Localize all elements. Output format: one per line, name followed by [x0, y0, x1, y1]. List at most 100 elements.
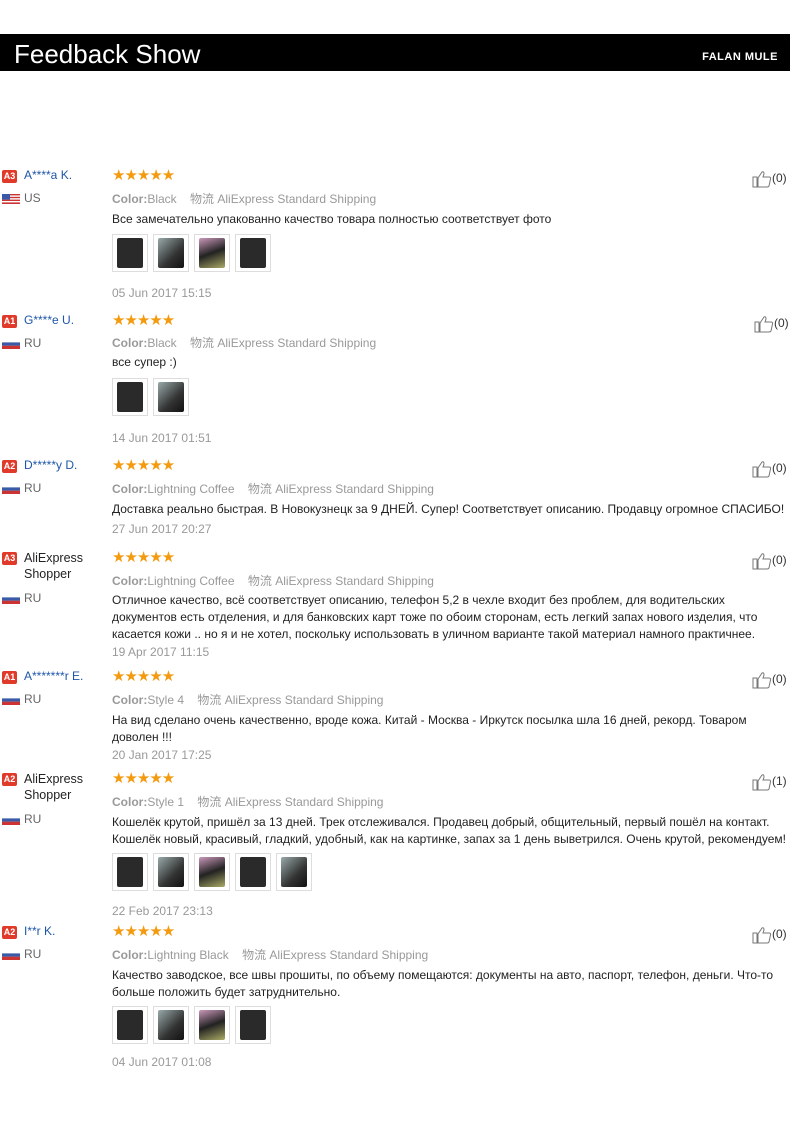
- review-date: 20 Jan 2017 17:25: [112, 748, 212, 762]
- shipping-method: AliExpress Standard Shipping: [275, 482, 434, 496]
- rating-stars: ★★★★★: [112, 312, 175, 329]
- helpful-button[interactable]: (0): [752, 460, 787, 478]
- review-date: 14 Jun 2017 01:51: [112, 431, 212, 445]
- color-label: Color:: [112, 693, 148, 707]
- ru-flag-icon: [2, 484, 20, 494]
- color-label: Color:: [112, 482, 148, 496]
- shipping-prefix: 物流: [247, 482, 272, 496]
- review-photos: [112, 853, 312, 891]
- reviewer-name[interactable]: G****e U.: [24, 313, 74, 327]
- review-date: 22 Feb 2017 23:13: [112, 904, 213, 918]
- helpful-button[interactable]: (0): [752, 552, 787, 570]
- country-code: RU: [24, 692, 42, 706]
- review-photo-thumbnail[interactable]: [153, 1006, 189, 1044]
- thumbs-up-icon: [752, 672, 772, 689]
- color-label: Color:: [112, 948, 148, 962]
- thumbs-up-icon: [752, 461, 772, 478]
- country-code: US: [24, 191, 41, 205]
- helpful-count: (1): [772, 774, 787, 789]
- shipping-method: AliExpress Standard Shipping: [224, 693, 384, 707]
- country-code: RU: [24, 481, 42, 495]
- shipping-prefix: 物流: [247, 574, 272, 588]
- review-photos: [112, 1006, 271, 1044]
- country-code: RU: [24, 336, 42, 350]
- thumbs-up-icon: [752, 553, 772, 570]
- color-label: Color:: [112, 795, 148, 809]
- review-photo-thumbnail[interactable]: [194, 234, 230, 272]
- header-banner: Feedback Show FALAN MULE: [0, 34, 790, 71]
- helpful-button[interactable]: (0): [754, 315, 789, 333]
- order-info: Color:Lightning Black 物流 AliExpress Stan…: [112, 946, 428, 963]
- color-value: Lightning Coffee: [147, 482, 235, 496]
- color-value: Lightning Coffee: [147, 574, 235, 588]
- helpful-count: (0): [772, 672, 787, 687]
- country-code: RU: [24, 947, 42, 961]
- shipping-method: AliExpress Standard Shipping: [217, 192, 377, 206]
- review-photo-thumbnail[interactable]: [235, 234, 271, 272]
- review-text: На вид сделано очень качественно, вроде …: [112, 713, 747, 744]
- shipping-prefix: 物流: [197, 693, 222, 707]
- review-photo-thumbnail[interactable]: [112, 234, 148, 272]
- shipping-method: AliExpress Standard Shipping: [275, 574, 434, 588]
- review-text: Все замечательно упакованно качество тов…: [112, 212, 552, 226]
- helpful-button[interactable]: (0): [752, 926, 787, 944]
- review-photos: [112, 378, 189, 416]
- reviewer-name: AliExpress Shopper: [24, 551, 84, 581]
- helpful-count: (0): [772, 927, 787, 942]
- review-photo-thumbnail[interactable]: [112, 853, 148, 891]
- shipping-method: AliExpress Standard Shipping: [217, 336, 377, 350]
- rating-stars: ★★★★★: [112, 668, 175, 685]
- review-photo-thumbnail[interactable]: [235, 853, 271, 891]
- review-photo-thumbnail[interactable]: [153, 234, 189, 272]
- review-photo-thumbnail[interactable]: [194, 853, 230, 891]
- brand-label: FALAN MULE: [702, 51, 778, 63]
- reviewer-name[interactable]: D*****y D.: [24, 458, 77, 472]
- review-photo-thumbnail[interactable]: [112, 1006, 148, 1044]
- helpful-button[interactable]: (1): [752, 773, 787, 791]
- review-date: 05 Jun 2017 15:15: [112, 286, 212, 300]
- shipping-prefix: 物流: [190, 336, 215, 350]
- review-photo-thumbnail[interactable]: [276, 853, 312, 891]
- rating-stars: ★★★★★: [112, 457, 175, 474]
- thumbs-up-icon: [752, 927, 772, 944]
- order-info: Color:Lightning Coffee 物流 AliExpress Sta…: [112, 572, 434, 589]
- review-text: Доставка реально быстрая. В Новокузнецк …: [112, 502, 785, 516]
- order-info: Color:Lightning Coffee 物流 AliExpress Sta…: [112, 480, 434, 497]
- thumbs-up-icon: [754, 316, 774, 333]
- helpful-count: (0): [772, 553, 787, 568]
- review-photos: [112, 234, 271, 272]
- helpful-count: (0): [772, 461, 787, 476]
- buyer-level-badge: A1: [2, 315, 17, 328]
- reviewer-name[interactable]: I**r K.: [24, 924, 55, 938]
- order-info: Color:Black 物流 AliExpress Standard Shipp…: [112, 190, 376, 207]
- ru-flag-icon: [2, 339, 20, 349]
- reviewer-name[interactable]: A*******r E.: [24, 669, 83, 683]
- helpful-button[interactable]: (0): [752, 170, 787, 188]
- buyer-level-badge: A1: [2, 671, 17, 684]
- shipping-prefix: 物流: [242, 948, 267, 962]
- order-info: Color:Style 1 物流 AliExpress Standard Shi…: [112, 793, 383, 810]
- review-photo-thumbnail[interactable]: [112, 378, 148, 416]
- review-text: Качество заводское, все швы прошиты, по …: [112, 968, 774, 999]
- order-info: Color:Black 物流 AliExpress Standard Shipp…: [112, 334, 376, 351]
- shipping-method: AliExpress Standard Shipping: [269, 948, 429, 962]
- review-text: Отличное качество, всё соответствует опи…: [112, 593, 758, 641]
- shipping-prefix: 物流: [197, 795, 222, 809]
- shipping-prefix: 物流: [190, 192, 215, 206]
- color-value: Lightning Black: [147, 948, 229, 962]
- review-photo-thumbnail[interactable]: [153, 378, 189, 416]
- rating-stars: ★★★★★: [112, 167, 175, 184]
- helpful-count: (0): [774, 316, 789, 331]
- ru-flag-icon: [2, 815, 20, 825]
- ru-flag-icon: [2, 695, 20, 705]
- buyer-level-badge: A3: [2, 552, 17, 565]
- color-value: Style 1: [147, 795, 185, 809]
- review-photo-thumbnail[interactable]: [235, 1006, 271, 1044]
- helpful-button[interactable]: (0): [752, 671, 787, 689]
- review-photo-thumbnail[interactable]: [194, 1006, 230, 1044]
- review-photo-thumbnail[interactable]: [153, 853, 189, 891]
- ru-flag-icon: [2, 594, 20, 604]
- review-text: все супер :): [112, 355, 177, 369]
- reviewer-name[interactable]: A****a K.: [24, 168, 72, 182]
- color-label: Color:: [112, 192, 148, 206]
